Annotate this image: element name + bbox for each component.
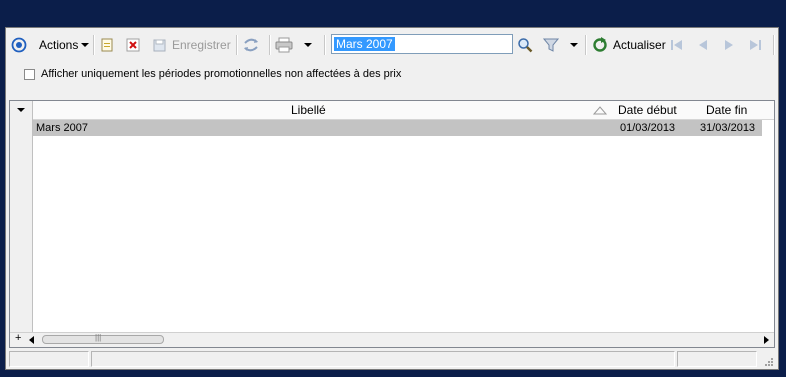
- expand-icon[interactable]: +: [15, 332, 21, 344]
- print-button[interactable]: [275, 31, 293, 59]
- search-button[interactable]: [517, 31, 533, 59]
- status-panel: [9, 351, 89, 367]
- filter-dropdown[interactable]: [567, 31, 578, 59]
- first-button[interactable]: [670, 31, 684, 59]
- scroll-right-icon[interactable]: [762, 336, 770, 344]
- toolbar: Actions Enregistrer Mars 2007 Actualiser: [6, 31, 778, 59]
- print-icon: [275, 37, 293, 53]
- delete-icon: [126, 38, 140, 52]
- search-input[interactable]: Mars 2007: [331, 34, 513, 54]
- delete-button[interactable]: [125, 31, 141, 59]
- column-header-libelle[interactable]: Libellé: [291, 101, 326, 119]
- print-dropdown[interactable]: [301, 31, 312, 59]
- cell-date-debut: 01/03/2013: [620, 122, 676, 134]
- refresh-button[interactable]: Actualiser: [592, 31, 666, 59]
- save-label: Enregistrer: [172, 38, 231, 52]
- status-panel: [91, 351, 675, 367]
- filter-icon: [543, 38, 559, 52]
- chevron-down-icon: [304, 43, 312, 47]
- next-icon: [725, 40, 733, 50]
- cell-libelle: Mars 2007: [36, 122, 88, 134]
- resize-grip-icon[interactable]: [763, 356, 773, 366]
- status-panel: [677, 351, 757, 367]
- scroll-left-icon[interactable]: [28, 336, 36, 344]
- previous-button[interactable]: [696, 31, 710, 59]
- new-button[interactable]: [99, 31, 115, 59]
- grid-header: Libellé Date début Date fin: [33, 101, 774, 120]
- last-icon: [750, 40, 761, 50]
- sort-indicator-icon: [593, 106, 607, 115]
- actions-menu-button[interactable]: Actions: [39, 31, 90, 59]
- toolbar-separator: [773, 35, 775, 55]
- cell-date-fin: 31/03/2013: [700, 122, 756, 134]
- toolbar-separator: [236, 35, 238, 55]
- toolbar-separator: [269, 35, 271, 55]
- refresh-icon: [593, 37, 607, 52]
- periods-grid: Libellé Date début Date fin Mars 2007 01…: [9, 100, 775, 348]
- row-indicator-column: [10, 101, 33, 333]
- status-bar: [9, 351, 775, 369]
- unassigned-periods-filter[interactable]: Afficher uniquement les périodes promoti…: [24, 68, 401, 80]
- chevron-down-icon: [81, 43, 90, 47]
- scrollbar-thumb[interactable]: |||: [42, 333, 164, 344]
- table-row[interactable]: Mars 2007 01/03/2013 31/03/2013: [33, 120, 762, 136]
- actions-label: Actions: [39, 38, 79, 52]
- toolbar-separator: [585, 35, 587, 55]
- column-header-date-debut[interactable]: Date début: [618, 101, 677, 119]
- sync-button[interactable]: [242, 31, 260, 59]
- toolbar-separator: [324, 35, 326, 55]
- toolbar-separator: [93, 35, 95, 55]
- new-document-icon: [101, 38, 113, 52]
- chevron-down-icon: [570, 43, 578, 47]
- refresh-label: Actualiser: [613, 38, 666, 52]
- column-chooser-icon[interactable]: [10, 101, 32, 119]
- horizontal-scrollbar[interactable]: + |||: [10, 332, 774, 347]
- previous-icon: [699, 40, 707, 50]
- save-button[interactable]: Enregistrer: [152, 31, 231, 59]
- unassigned-periods-checkbox[interactable]: [24, 68, 35, 80]
- search-value: Mars 2007: [334, 37, 395, 51]
- save-icon: [153, 39, 166, 52]
- unassigned-periods-label: Afficher uniquement les périodes promoti…: [41, 68, 402, 80]
- next-button[interactable]: [722, 31, 736, 59]
- column-header-date-fin[interactable]: Date fin: [706, 101, 747, 119]
- first-icon: [671, 40, 682, 50]
- last-button[interactable]: [748, 31, 762, 59]
- search-icon: [518, 38, 533, 53]
- main-window: Actions Enregistrer Mars 2007 Actualiser…: [5, 27, 779, 370]
- filter-button[interactable]: [543, 31, 559, 59]
- navigation-circle-icon[interactable]: [11, 31, 27, 59]
- sync-icon: [244, 38, 258, 52]
